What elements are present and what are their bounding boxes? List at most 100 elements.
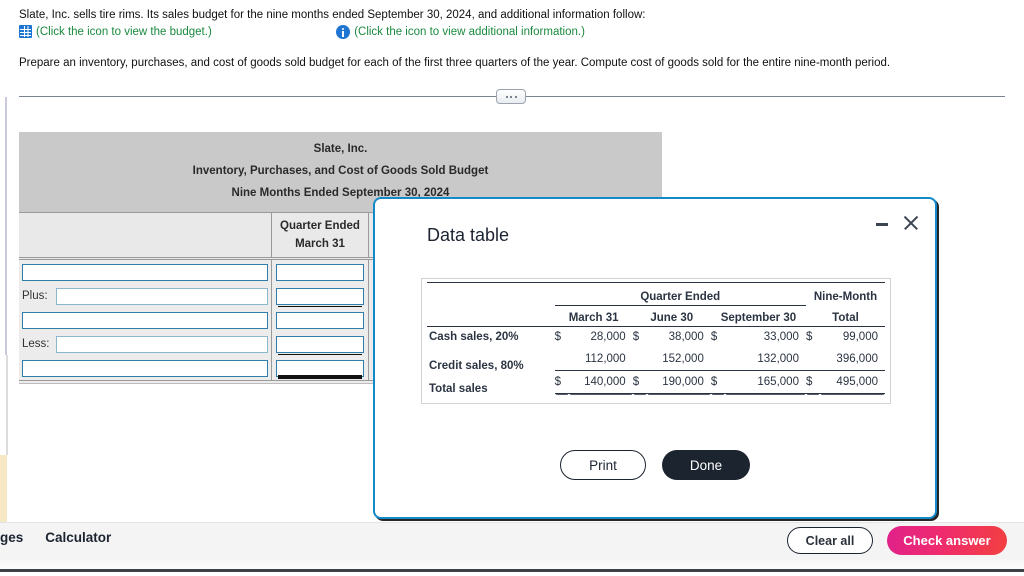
- cell-currency: [554, 348, 569, 371]
- cell-value-june-30: 152,000: [646, 348, 711, 371]
- check-answer-button[interactable]: Check answer: [887, 526, 1007, 555]
- worksheet-label-input[interactable]: [22, 263, 268, 281]
- cell-currency: $: [805, 370, 820, 394]
- left-edge-divider: [6, 355, 8, 455]
- dialog-title: Data table: [427, 225, 510, 245]
- budget-link[interactable]: (Click the icon to view the budget.): [19, 25, 212, 38]
- worksheet-value-input[interactable]: [276, 335, 364, 353]
- worksheet-value-input[interactable]: [276, 287, 364, 305]
- ellipsis-dot-icon: [505, 95, 508, 98]
- worksheet-header-blank-cell: [19, 213, 272, 257]
- column-header-march-31: March 31: [568, 311, 619, 324]
- calculator-button[interactable]: Calculator: [45, 530, 111, 545]
- worksheet-label-cell: [19, 260, 272, 284]
- row-label-credit-sales: Credit sales, 80%: [429, 360, 524, 372]
- cell-value-september-30: 33,000: [763, 331, 799, 344]
- row-label-total-sales: Total sales: [429, 382, 488, 395]
- app-root: Slate, Inc. sells tire rims. Its sales b…: [0, 0, 1024, 576]
- dialog-footer: Print Done: [375, 450, 935, 480]
- cell-currency: $: [554, 331, 561, 344]
- left-edge-highlight-strip: [0, 455, 7, 522]
- worksheet-label-cell: [19, 356, 272, 380]
- cell-currency: [632, 348, 647, 371]
- additional-info-link[interactable]: (Click the icon to view additional infor…: [336, 25, 585, 39]
- divider-expand-button[interactable]: [496, 89, 526, 104]
- column-header-september-30: September 30: [720, 311, 797, 324]
- done-button[interactable]: Done: [662, 450, 750, 480]
- cell-currency: $: [632, 370, 647, 394]
- ellipsis-dot-icon: [514, 95, 517, 98]
- subheader-blank: [427, 306, 555, 326]
- cell-currency: $: [805, 331, 813, 344]
- window-bottom-edge: [0, 569, 1024, 572]
- column-header-june-30: June 30: [650, 311, 694, 324]
- sales-budget-table: Quarter Ended Nine-Month March 31 June 3…: [427, 282, 885, 400]
- minimize-icon[interactable]: [875, 216, 889, 230]
- cell-currency: $: [710, 331, 718, 344]
- cell-value-september-30: 165,000: [724, 370, 806, 394]
- worksheet-row-prefix-plus: Plus:: [22, 290, 48, 302]
- worksheet-header-quarter-cell: Quarter Ended March 31: [272, 213, 369, 257]
- worksheet-value-cell: [272, 260, 369, 284]
- left-edge-accent-strip: [5, 97, 7, 355]
- worksheet-header-quarter-line2: March 31: [295, 238, 345, 250]
- toolbar-right-actions: Clear all Check answer: [787, 526, 1007, 555]
- cell-value-march-31: 112,000: [568, 348, 633, 371]
- cell-value-total: 396,000: [819, 348, 885, 371]
- cell-value-march-31: 28,000: [590, 331, 626, 344]
- column-header-total: Total: [832, 311, 859, 324]
- worksheet-label-input[interactable]: [22, 311, 268, 329]
- group-header-nine-month: Nine-Month: [813, 291, 878, 303]
- ellipsis-dot-icon: [510, 95, 512, 98]
- cell-value-march-31: 140,000: [568, 370, 633, 394]
- close-icon[interactable]: [903, 215, 919, 231]
- worksheet-value-input[interactable]: [276, 359, 364, 377]
- cell-currency: [805, 348, 820, 371]
- worksheet-value-input[interactable]: [276, 263, 364, 281]
- problem-statement-line-1: Slate, Inc. sells tire rims. Its sales b…: [19, 9, 646, 21]
- row-label-cash-sales: Cash sales, 20%: [429, 331, 519, 344]
- worksheet-label-input[interactable]: [22, 359, 268, 377]
- worksheet-label-cell: [19, 308, 272, 332]
- group-header-quarter-ended: Quarter Ended: [554, 288, 806, 306]
- worksheet-value-cell: [272, 308, 369, 332]
- additional-info-link-label: (Click the icon to view additional infor…: [354, 26, 585, 38]
- clear-all-button[interactable]: Clear all: [787, 527, 873, 554]
- cell-value-june-30: 190,000: [646, 370, 711, 394]
- table-group-header-row: Quarter Ended Nine-Month: [427, 288, 885, 306]
- worksheet-value-input[interactable]: [276, 311, 364, 329]
- data-table-container: Quarter Ended Nine-Month March 31 June 3…: [421, 278, 891, 404]
- subtotal-rule: [278, 306, 362, 307]
- print-button[interactable]: Print: [560, 450, 646, 480]
- worksheet-row-prefix-less: Less:: [22, 338, 50, 350]
- grand-total-double-rule: [278, 375, 362, 379]
- worksheet-label-input[interactable]: [56, 287, 268, 305]
- worksheet-label-cell: Less:: [19, 332, 272, 356]
- info-circle-icon[interactable]: [336, 25, 351, 39]
- subtotal-rule: [278, 354, 362, 355]
- worksheet-label-cell: Plus:: [19, 284, 272, 308]
- budget-link-label: (Click the icon to view the budget.): [36, 25, 212, 38]
- worksheet-label-input[interactable]: [56, 335, 268, 353]
- cell-currency: $: [554, 370, 569, 394]
- problem-icon-links: (Click the icon to view the budget.) (Cl…: [19, 25, 919, 43]
- worksheet-title-company: Slate, Inc.: [313, 143, 368, 155]
- worksheet-value-cell: [272, 284, 369, 308]
- table-grid-icon[interactable]: [19, 25, 32, 38]
- worksheet-value-cell: [272, 356, 369, 380]
- worksheet-title-statement: Inventory, Purchases, and Cost of Goods …: [192, 165, 489, 177]
- worksheet-header-quarter-line1: Quarter Ended: [280, 220, 360, 232]
- data-table-dialog: Data table Quarter Ended Nine-Month Marc…: [373, 197, 937, 519]
- table-subheader-row: March 31 June 30 September 30 Total: [427, 306, 885, 326]
- dialog-window-controls: [875, 215, 919, 231]
- group-header-blank: [427, 289, 555, 306]
- cell-currency: $: [710, 370, 725, 394]
- cell-currency: $: [632, 331, 640, 344]
- cell-value-june-30: 38,000: [668, 331, 704, 344]
- cell-currency: [710, 348, 725, 371]
- problem-statement-line-2: Prepare an inventory, purchases, and cos…: [19, 57, 891, 69]
- cell-value-september-30: 132,000: [724, 348, 806, 371]
- table-row: Credit sales, 80% 112,000 152,000 132,00…: [427, 348, 885, 372]
- cell-value-total: 495,000: [819, 370, 885, 394]
- pages-button[interactable]: ges: [0, 530, 23, 545]
